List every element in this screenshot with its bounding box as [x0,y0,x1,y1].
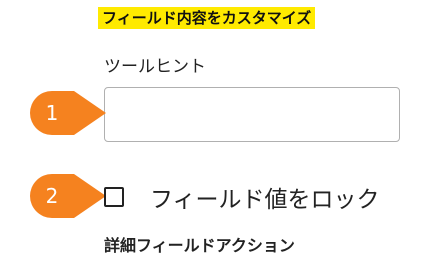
tooltip-input[interactable] [104,87,400,142]
tooltip-label: ツールヒント [104,57,206,77]
callout-number: 2 [45,184,59,208]
lock-field-checkbox[interactable] [104,187,124,207]
callout-marker-2: 2 [30,174,114,218]
lock-field-label: フィールド値をロック [150,187,380,213]
callout-marker-1: 1 [30,91,114,135]
callout-number: 1 [45,101,59,125]
lock-field-option[interactable]: フィールド値をロック [104,180,380,214]
customize-field-content-heading: フィールド内容をカスタマイズ [98,7,316,29]
advanced-field-actions-link[interactable]: 詳細フィールドアクション [104,232,295,256]
